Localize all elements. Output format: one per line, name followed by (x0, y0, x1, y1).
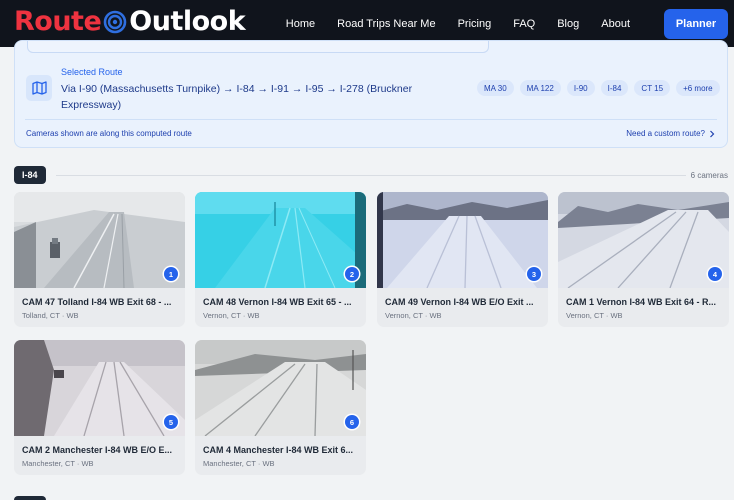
chip-ma-30[interactable]: MA 30 (477, 80, 514, 96)
camera-location: Tolland, CT · WB (22, 311, 79, 320)
camera-thumbnail (14, 340, 185, 436)
brand-part2: Outlook (129, 6, 246, 37)
camera-card[interactable]: 5 CAM 2 Manchester I-84 WB E/O E... Manc… (14, 340, 185, 475)
camera-location: Vernon, CT · WB (203, 311, 260, 320)
camera-title: CAM 1 Vernon I-84 WB Exit 64 - R... (566, 297, 717, 307)
camera-card[interactable]: 1 CAM 47 Tolland I-84 WB Exit 68 - ... T… (14, 192, 185, 327)
nav-faq[interactable]: FAQ (513, 18, 535, 30)
route-footer-note: Cameras shown are along this computed ro… (26, 129, 192, 138)
camera-title: CAM 4 Manchester I-84 WB Exit 6... (203, 445, 354, 455)
camera-location: Vernon, CT · WB (566, 311, 623, 320)
route-description: Via I-90 (Massachusetts Turnpike) → I-84… (61, 83, 413, 111)
route-label: Selected Route (61, 67, 123, 77)
swirl-icon (103, 10, 127, 33)
nav-home[interactable]: Home (286, 18, 315, 30)
section-divider (56, 175, 686, 176)
next-section-tag (14, 496, 46, 500)
camera-title: CAM 2 Manchester I-84 WB E/O E... (22, 445, 173, 455)
camera-card[interactable]: 3 CAM 49 Vernon I-84 WB E/O Exit ... Ver… (377, 192, 548, 327)
camera-thumbnail (14, 192, 185, 288)
nav-road-trips[interactable]: Road Trips Near Me (337, 18, 435, 30)
chip-ct-15[interactable]: CT 15 (634, 80, 671, 96)
camera-index-badge: 6 (345, 415, 359, 429)
camera-location: Manchester, CT · WB (22, 459, 94, 468)
route-divider (25, 119, 717, 120)
chip-more[interactable]: +6 more (676, 80, 720, 96)
camera-title: CAM 48 Vernon I-84 WB Exit 65 - ... (203, 297, 352, 307)
camera-thumbnail (195, 340, 366, 436)
camera-location: Vernon, CT · WB (385, 311, 442, 320)
camera-card[interactable]: 6 CAM 4 Manchester I-84 WB Exit 6... Man… (195, 340, 366, 475)
chip-i-84[interactable]: I-84 (600, 80, 629, 96)
camera-index-badge: 3 (527, 267, 541, 281)
brand-logo[interactable]: Route Outlook (14, 6, 246, 37)
camera-thumbnail (558, 192, 729, 288)
chip-i-90[interactable]: I-90 (566, 80, 595, 96)
camera-title: CAM 49 Vernon I-84 WB E/O Exit ... (385, 297, 534, 307)
camera-count: 6 cameras (690, 171, 728, 180)
custom-route-link[interactable]: Need a custom route? (626, 129, 715, 138)
camera-index-badge: 2 (345, 267, 359, 281)
chevron-right-icon (710, 130, 715, 137)
camera-index-badge: 5 (164, 415, 178, 429)
camera-location: Manchester, CT · WB (203, 459, 275, 468)
chip-ma-122[interactable]: MA 122 (519, 80, 561, 96)
nav-about[interactable]: About (601, 18, 630, 30)
selected-route-panel: Selected Route Via I-90 (Massachusetts T… (14, 40, 728, 148)
section-tag-i-84: I-84 (14, 166, 46, 184)
nav-blog[interactable]: Blog (557, 18, 579, 30)
camera-index-badge: 1 (164, 267, 178, 281)
road-chips: MA 30 MA 122 I-90 I-84 CT 15 +6 more (477, 80, 720, 96)
camera-thumbnail (377, 192, 548, 288)
camera-thumbnail (195, 192, 366, 288)
camera-card[interactable]: 2 CAM 48 Vernon I-84 WB Exit 65 - ... Ve… (195, 192, 366, 327)
nav-pricing[interactable]: Pricing (458, 18, 492, 30)
camera-card[interactable]: 4 CAM 1 Vernon I-84 WB Exit 64 - R... Ve… (558, 192, 729, 327)
route-form-edge (27, 41, 489, 53)
map-icon (26, 75, 52, 101)
camera-index-badge: 4 (708, 267, 722, 281)
camera-title: CAM 47 Tolland I-84 WB Exit 68 - ... (22, 297, 172, 307)
brand-part1: Route (14, 6, 102, 37)
custom-route-label: Need a custom route? (626, 129, 705, 138)
planner-button[interactable]: Planner (664, 9, 728, 39)
